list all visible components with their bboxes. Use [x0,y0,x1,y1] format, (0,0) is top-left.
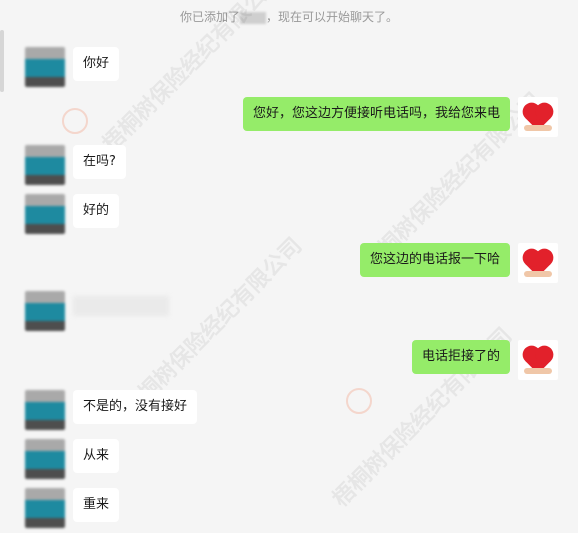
contact-avatar[interactable] [25,145,65,185]
hand-icon [524,125,552,131]
contact-avatar[interactable] [25,439,65,479]
message-row [25,291,169,331]
message-row: 重来 [25,488,120,528]
message-bubble[interactable]: 你好 [73,47,120,81]
message-row: 不是的，没有接好 [25,390,198,430]
contact-avatar[interactable] [25,390,65,430]
hand-icon [524,368,552,374]
message-bubble[interactable]: 重来 [73,488,120,522]
message-bubble[interactable]: 不是的，没有接好 [73,390,198,424]
hand-icon [524,271,552,277]
message-bubble[interactable]: 在吗? [73,145,126,179]
contact-avatar[interactable] [25,47,65,87]
message-row: 您这边的电话报一下哈 [359,243,558,283]
user-avatar[interactable] [518,243,558,283]
contact-avatar[interactable] [25,194,65,234]
contact-avatar[interactable] [25,291,65,331]
message-bubble[interactable]: 从来 [73,439,120,473]
message-bubble[interactable]: 您好，您这边方便接听电话吗，我给您来电 [242,97,510,131]
message-row: 你好 [25,47,120,87]
system-notice: 你已添加了 ，现在可以开始聊天了。 [179,10,399,24]
watermark-logo-icon [346,388,372,414]
watermark-logo-icon [62,108,88,134]
message-bubble[interactable]: 好的 [73,194,120,228]
contact-avatar[interactable] [25,488,65,528]
message-bubble[interactable]: 您这边的电话报一下哈 [359,243,510,277]
user-avatar[interactable] [518,97,558,137]
message-row: 您好，您这边方便接听电话吗，我给您来电 [242,97,558,137]
scrollbar[interactable] [0,30,4,92]
message-bubble[interactable]: 电话拒接了的 [411,340,510,374]
message-row: 好的 [25,194,120,234]
blurred-message[interactable] [73,296,169,316]
user-avatar[interactable] [518,340,558,380]
message-row: 在吗? [25,145,126,185]
message-row: 电话拒接了的 [411,340,558,380]
message-row: 从来 [25,439,120,479]
